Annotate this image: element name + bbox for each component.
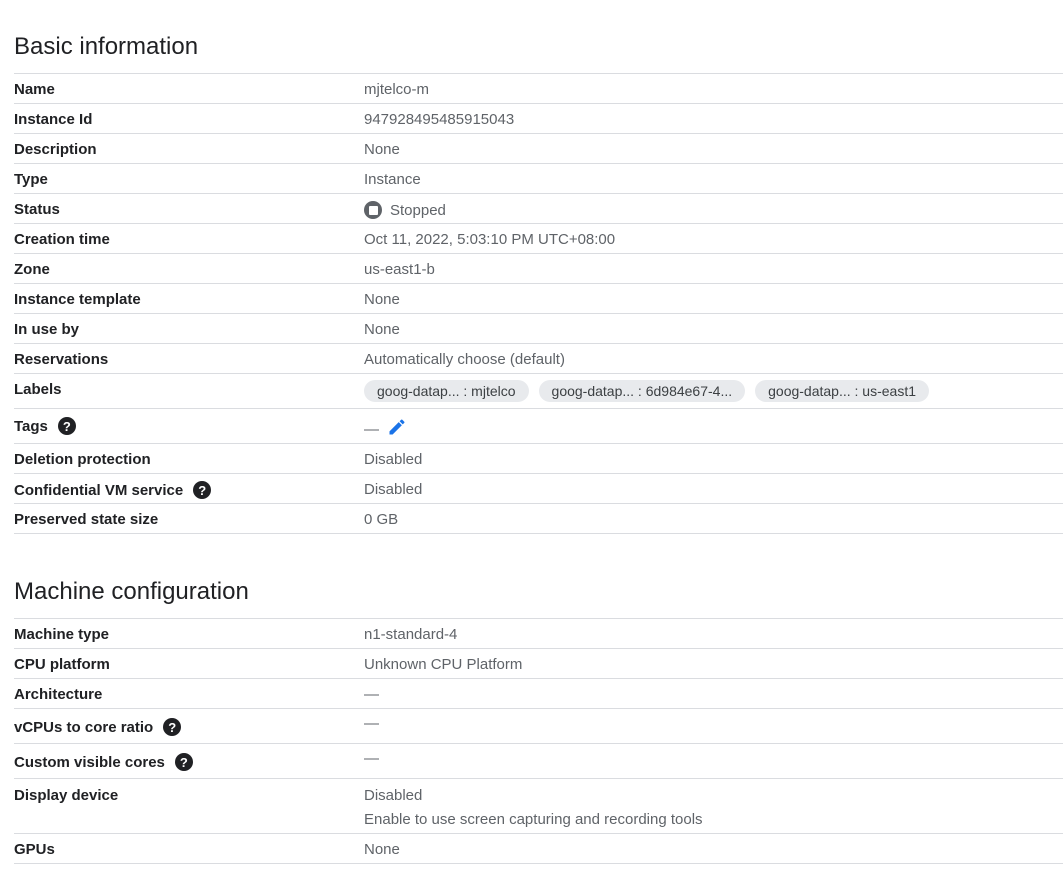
cpu-platform-value: Unknown CPU Platform	[364, 656, 523, 673]
help-icon[interactable]: ?	[193, 481, 212, 499]
stopped-icon	[364, 201, 382, 219]
type-value: Instance	[364, 171, 421, 188]
cpu-platform-label: CPU platform	[14, 656, 110, 673]
deletion-protection-value: Disabled	[364, 451, 423, 468]
row-confidential-vm: Confidential VM service ? Disabled	[14, 474, 1063, 504]
row-instance-id: Instance Id 947928495485915043	[14, 104, 1063, 134]
display-device-value: Disabled	[364, 787, 423, 804]
label-chip[interactable]: goog-datap... : mjtelco	[364, 380, 529, 402]
custom-cores-value: —	[364, 750, 379, 767]
row-instance-template: Instance template None	[14, 284, 1063, 314]
status-label: Status	[14, 201, 60, 218]
custom-cores-label: Custom visible cores	[14, 753, 165, 771]
description-label: Description	[14, 141, 97, 158]
name-label: Name	[14, 81, 55, 98]
row-custom-cores: Custom visible cores ? —	[14, 744, 1063, 779]
tags-value-wrap: —	[364, 417, 407, 441]
label-chip[interactable]: goog-datap... : us-east1	[755, 380, 929, 402]
in-use-by-value: None	[364, 321, 400, 338]
preserved-state-label: Preserved state size	[14, 511, 159, 528]
deletion-protection-label: Deletion protection	[14, 451, 151, 468]
help-icon[interactable]: ?	[57, 417, 76, 435]
row-reservations: Reservations Automatically choose (defau…	[14, 344, 1063, 374]
creation-time-label: Creation time	[14, 231, 110, 248]
confidential-vm-label: Confidential VM service	[14, 481, 184, 499]
vcpu-ratio-label-wrap: vCPUs to core ratio ?	[14, 718, 182, 736]
edit-pencil-icon[interactable]	[387, 417, 407, 441]
reservations-value: Automatically choose (default)	[364, 351, 565, 368]
row-preserved-state: Preserved state size 0 GB	[14, 504, 1063, 534]
row-gpus: GPUs None	[14, 834, 1063, 864]
confidential-vm-value: Disabled	[364, 481, 423, 498]
help-icon[interactable]: ?	[174, 753, 193, 771]
gpus-value: None	[364, 841, 400, 858]
row-description: Description None	[14, 134, 1063, 164]
display-device-hint: Enable to use screen capturing and recor…	[364, 811, 703, 828]
instance-template-value: None	[364, 291, 400, 308]
row-in-use-by: In use by None	[14, 314, 1063, 344]
name-value: mjtelco-m	[364, 81, 430, 98]
row-cpu-platform: CPU platform Unknown CPU Platform	[14, 649, 1063, 679]
status-value: Stopped	[390, 201, 446, 219]
row-name: Name mjtelco-m	[14, 74, 1063, 104]
instance-id-label: Instance Id	[14, 111, 93, 128]
row-architecture: Architecture —	[14, 679, 1063, 709]
preserved-state-value: 0 GB	[364, 511, 399, 528]
machine-type-label: Machine type	[14, 626, 110, 643]
row-labels: Labels goog-datap... : mjtelco goog-data…	[14, 374, 1063, 409]
row-display-device: Display device Disabled Enable to use sc…	[14, 779, 1063, 834]
row-status: Status Stopped	[14, 194, 1063, 224]
row-vcpu-ratio: vCPUs to core ratio ? —	[14, 709, 1063, 744]
label-chip[interactable]: goog-datap... : 6d984e67-4...	[538, 380, 746, 402]
display-device-label: Display device	[14, 787, 119, 804]
reservations-label: Reservations	[14, 351, 109, 368]
vcpu-ratio-label: vCPUs to core ratio	[14, 718, 154, 736]
machine-config-table: Machine type n1-standard-4 CPU platform …	[14, 618, 1063, 864]
tags-label: Tags	[14, 417, 48, 435]
status-value-wrap: Stopped	[364, 201, 446, 219]
architecture-value: —	[364, 686, 379, 703]
creation-time-value: Oct 11, 2022, 5:03:10 PM UTC+08:00	[364, 231, 616, 248]
description-value: None	[364, 141, 400, 158]
zone-value: us-east1-b	[364, 261, 435, 278]
row-type: Type Instance	[14, 164, 1063, 194]
vcpu-ratio-value: —	[364, 715, 379, 732]
row-machine-type: Machine type n1-standard-4	[14, 619, 1063, 649]
labels-label: Labels	[14, 381, 62, 398]
row-creation-time: Creation time Oct 11, 2022, 5:03:10 PM U…	[14, 224, 1063, 254]
gpus-label: GPUs	[14, 841, 55, 858]
custom-cores-label-wrap: Custom visible cores ?	[14, 753, 193, 771]
zone-label: Zone	[14, 261, 50, 278]
machine-type-value: n1-standard-4	[364, 626, 458, 643]
row-zone: Zone us-east1-b	[14, 254, 1063, 284]
labels-chips: goog-datap... : mjtelco goog-datap... : …	[364, 380, 939, 402]
tags-label-wrap: Tags ?	[14, 417, 76, 435]
architecture-label: Architecture	[14, 686, 103, 703]
confidential-vm-label-wrap: Confidential VM service ?	[14, 481, 212, 499]
row-tags: Tags ? —	[14, 409, 1063, 444]
instance-id-value: 947928495485915043	[364, 111, 515, 128]
tags-value: —	[364, 420, 379, 438]
basic-info-table: Name mjtelco-m Instance Id 9479284954859…	[14, 73, 1063, 534]
help-icon[interactable]: ?	[163, 718, 182, 736]
type-label: Type	[14, 171, 48, 188]
row-deletion-protection: Deletion protection Disabled	[14, 444, 1063, 474]
in-use-by-label: In use by	[14, 321, 80, 338]
instance-template-label: Instance template	[14, 291, 141, 308]
basic-info-title: Basic information	[14, 33, 199, 60]
machine-config-title: Machine configuration	[14, 578, 249, 605]
